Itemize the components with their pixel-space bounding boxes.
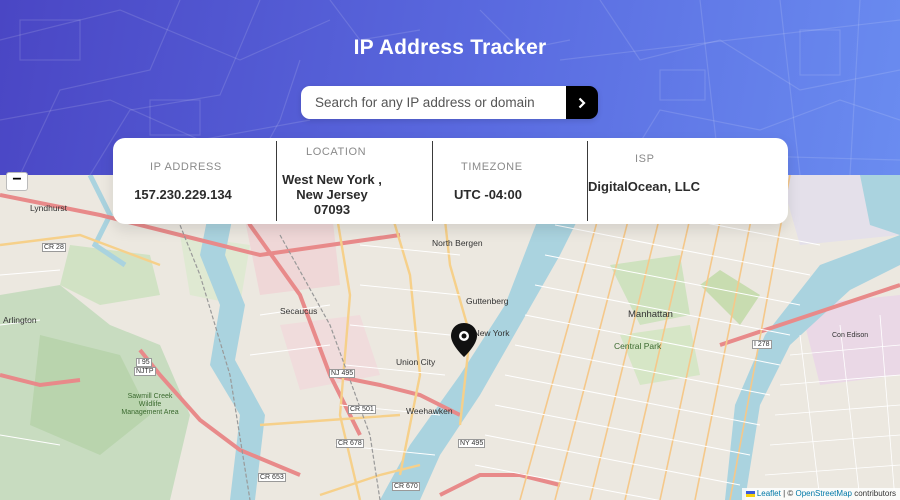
ip-address-value[interactable]: 157.230.229.134 [113, 187, 253, 202]
chevron-right-icon [578, 97, 586, 108]
map-label-sawmill-creek: Sawmill Creek Wildlife Management Area [121, 393, 179, 416]
leaflet-flag-icon [745, 490, 755, 497]
map-label-lyndhurst: Lyndhurst [30, 203, 68, 213]
map-label-i95: I 95 [136, 358, 152, 367]
timezone-value[interactable]: UTC -04:00 [433, 187, 543, 202]
attribution-separator: | © [780, 489, 796, 498]
map-label-cr501: CR 501 [348, 405, 376, 414]
map-label-secaucus: Secaucus [280, 306, 318, 316]
search-input[interactable] [301, 86, 566, 119]
map-label-cr670: CR 670 [392, 482, 420, 491]
page-title: IP Address Tracker [353, 36, 547, 59]
map-label-cr28: CR 28 [42, 243, 66, 252]
map-label-weehawken: Weehawken [406, 406, 453, 416]
ip-address-label: IP Address [150, 161, 222, 173]
map-label-guttenberg: Guttenberg [466, 296, 509, 306]
timezone-section: Timezone UTC -04:00 [433, 138, 588, 224]
ip-address-section: IP Address 157.230.229.134 [113, 138, 276, 224]
location-marker[interactable] [449, 322, 479, 363]
map-label-north-bergen: North Bergen [432, 238, 483, 248]
search-submit-button[interactable] [566, 86, 598, 119]
isp-section: ISP DigitalOcean, LLC [588, 138, 788, 224]
map-label-arlington: Arlington [3, 315, 37, 325]
map-label-njtp: NJTP [134, 367, 156, 376]
attribution-suffix: contributors [851, 489, 896, 498]
openstreetmap-link[interactable]: OpenStreetMap [795, 489, 851, 498]
location-value[interactable]: West New York , New Jersey 07093 [277, 172, 387, 217]
map-label-con-edison: Con Edison [832, 332, 869, 339]
map-label-cr678: CR 678 [336, 439, 364, 448]
search-bar [301, 86, 598, 119]
zoom-out-button[interactable]: − [6, 172, 28, 191]
location-label: Location [306, 146, 367, 158]
map-label-manhattan: Manhattan [628, 309, 673, 320]
isp-label: ISP [635, 153, 655, 165]
map-label-central-park: Central Park [614, 341, 662, 351]
map-label-union-city: Union City [396, 357, 436, 367]
ip-info-card: IP Address 157.230.229.134 Location West… [113, 138, 788, 224]
map-label-nj495: NJ 495 [329, 369, 356, 378]
isp-value[interactable]: DigitalOcean, LLC [588, 179, 700, 194]
timezone-label: Timezone [461, 161, 523, 173]
location-section: Location West New York , New Jersey 0709… [277, 138, 432, 224]
map-attribution: Leaflet | © OpenStreetMap contributors [741, 488, 900, 500]
location-pin-icon [451, 323, 477, 357]
map-label-i278: I 278 [752, 340, 772, 349]
map-label-ny495: NY 495 [458, 439, 486, 448]
leaflet-link[interactable]: Leaflet [757, 489, 781, 498]
map-label-cr653: CR 653 [258, 473, 286, 482]
